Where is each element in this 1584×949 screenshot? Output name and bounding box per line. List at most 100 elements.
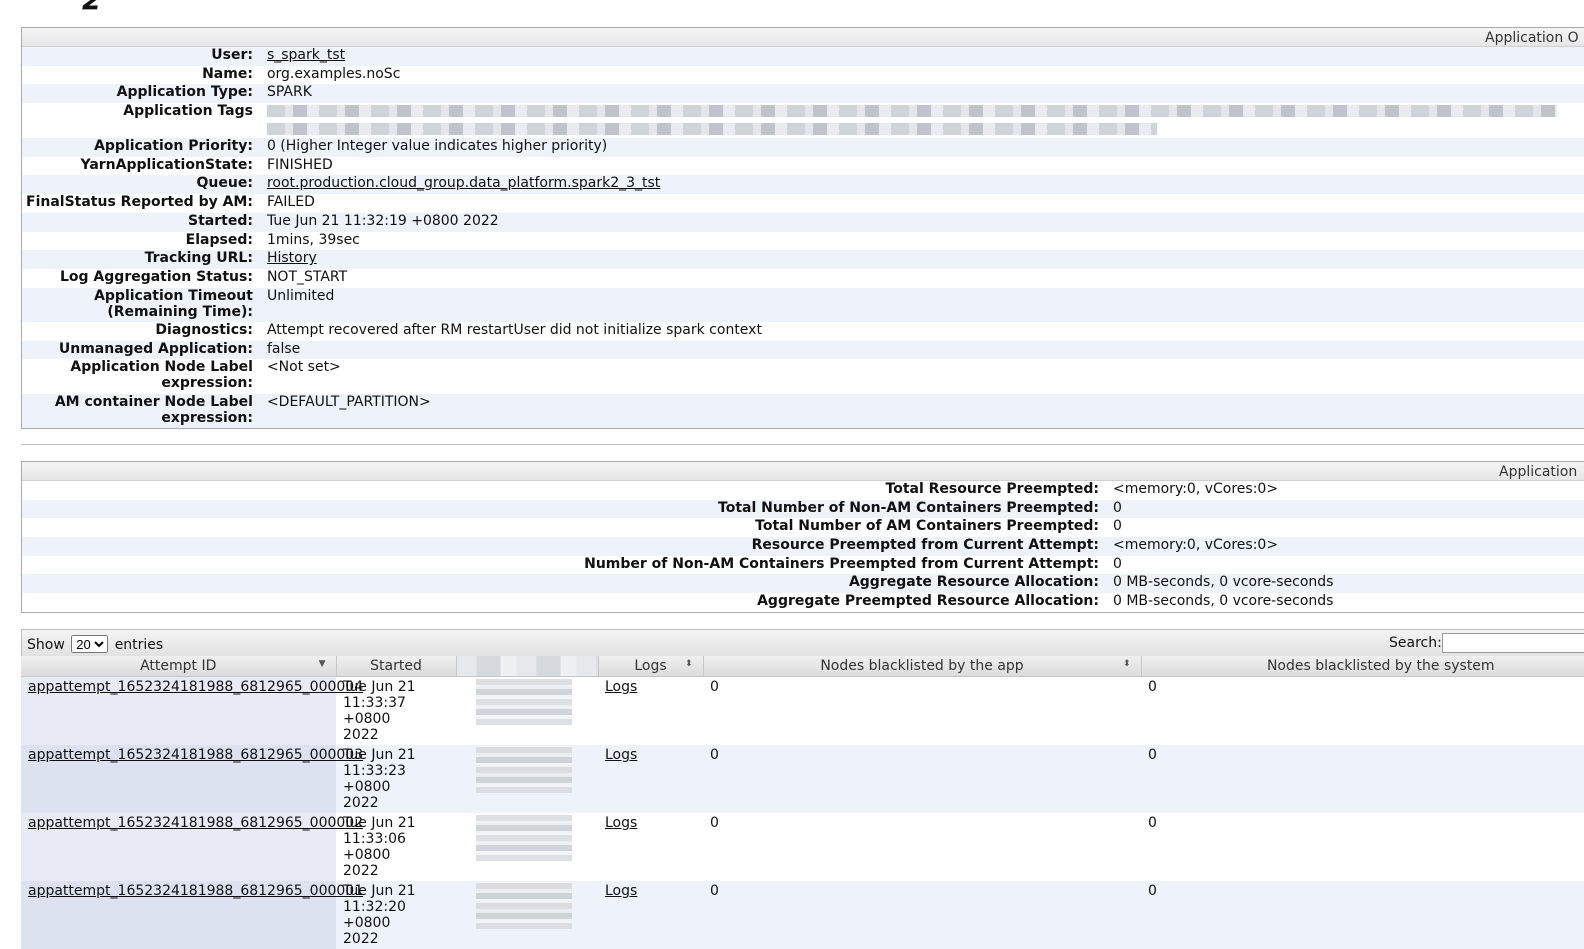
field-value[interactable]: root.production.cloud_group.data_platfor…	[267, 175, 1584, 194]
col-logs[interactable]: Logs ⬍	[598, 656, 704, 677]
started-cell: Tue Jun 21 11:33:06 +0800 2022	[343, 815, 416, 879]
application-overview-panel: Application O User: s_spark_tst Name: org.e…	[21, 27, 1584, 430]
field-label: YarnApplicationState:	[80, 156, 253, 173]
metric-value: 0 MB-seconds, 0 vcore-seconds	[1113, 574, 1334, 591]
field-value[interactable]: History	[267, 250, 1584, 269]
overview-row: Application Node Label expression: <Not se…	[22, 359, 1584, 394]
field-value[interactable]: s_spark_tst	[267, 47, 1584, 66]
field-label: Application Timeout (Remaining Time):	[94, 287, 253, 320]
attempt-id-cell: appattempt_1652324181988_6812965_000004	[21, 676, 363, 745]
logs-cell: Logs	[598, 881, 703, 949]
value-link[interactable]: root.production.cloud_group.data_platfor…	[267, 175, 660, 191]
header-logo-fragment: 2	[82, 0, 101, 14]
redacted-tags	[266, 123, 1157, 136]
attempt-id-cell: appattempt_1652324181988_6812965_000003	[21, 745, 363, 813]
metrics-header: Application	[22, 462, 1584, 481]
overview-row: Tracking URL: History	[22, 250, 1584, 269]
system-blacklist-cell: 0	[1148, 679, 1157, 695]
overview-row: Elapsed: 1mins, 39sec	[22, 232, 1584, 251]
field-value: 0 (Higher Integer value indicates higher…	[266, 138, 608, 155]
field-value: org.examples.noSc	[266, 65, 401, 82]
attempt-id-link[interactable]: appattempt_1652324181988_6812965_000004	[28, 679, 363, 695]
metrics-row: Total Number of Non-AM Containers Preemp…	[22, 499, 1584, 519]
attempts-header-row: Attempt ID ▼ Started Logs ⬍ Nodes blacklis…	[21, 656, 1584, 677]
redacted-cell	[456, 745, 598, 813]
col-attempt-id[interactable]: Attempt ID ▼	[21, 656, 337, 677]
field-label: Application Tags	[123, 103, 253, 120]
overview-header-label: Application O	[1485, 30, 1579, 46]
search-input[interactable]	[1442, 633, 1584, 653]
col-nodes-blacklisted-system[interactable]: Nodes blacklisted by the system	[1141, 656, 1584, 677]
redacted-cell	[456, 813, 598, 881]
attempts-table: Attempt ID ▼ Started Logs ⬍ Nodes blacklis…	[21, 656, 1584, 949]
show-entries: Show 20 entries	[27, 635, 163, 653]
metric-label: Number of Non-AM Containers Preempted fr…	[584, 555, 1099, 572]
value-link[interactable]: s_spark_tst	[267, 47, 345, 63]
field-value: FINISHED	[266, 156, 333, 173]
field-value: Unlimited	[266, 287, 335, 304]
redacted-value	[476, 815, 572, 861]
system-blacklist-cell: 0	[1148, 815, 1157, 831]
field-label: Started:	[188, 212, 253, 229]
attempt-id-link[interactable]: appattempt_1652324181988_6812965_000002	[28, 815, 363, 831]
overview-row: AM container Node Label expression: <DEFAU…	[22, 393, 1584, 429]
logs-cell: Logs	[598, 813, 703, 881]
field-value: <DEFAULT_PARTITION>	[266, 393, 431, 410]
logs-link[interactable]: Logs	[605, 883, 637, 899]
table-row: appattempt_1652324181988_6812965_000004 T…	[21, 676, 1584, 746]
metric-value: <memory:0, vCores:0>	[1113, 537, 1279, 554]
table-row: appattempt_1652324181988_6812965_000001 T…	[21, 881, 1584, 949]
field-value: FAILED	[266, 194, 315, 211]
field-label: Elapsed:	[185, 231, 253, 248]
redacted-value	[476, 679, 572, 725]
section-divider	[21, 444, 1584, 445]
logs-cell: Logs	[598, 745, 703, 813]
redacted-cell	[456, 677, 598, 746]
attempt-id-cell: appattempt_1652324181988_6812965_000001	[21, 881, 363, 949]
attempt-id-link[interactable]: appattempt_1652324181988_6812965_000003	[28, 747, 363, 763]
field-label: Application Type:	[116, 84, 253, 101]
logs-link[interactable]: Logs	[605, 679, 637, 695]
field-label: AM container Node Label expression:	[54, 393, 253, 426]
metric-value: 0	[1113, 518, 1122, 535]
attempt-id-link[interactable]: appattempt_1652324181988_6812965_000001	[28, 883, 363, 899]
search-label: Search:	[1389, 635, 1442, 651]
col-blurred[interactable]	[456, 656, 599, 677]
overview-row: Queue: root.production.cloud_group.data_p…	[22, 175, 1584, 195]
field-value	[266, 103, 1584, 138]
field-label: FinalStatus Reported by AM:	[26, 194, 253, 211]
page-size-select[interactable]: 20	[71, 635, 109, 653]
logs-link[interactable]: Logs	[605, 747, 637, 763]
overview-row: Application Priority: 0 (Higher Integer v…	[22, 138, 1584, 157]
overview-row: User: s_spark_tst	[22, 47, 1584, 66]
app-blacklist-cell: 0	[703, 881, 1141, 949]
sort-both-icon: ⬍	[1122, 659, 1131, 669]
system-blacklist-cell: 0	[1141, 745, 1584, 813]
started-cell: Tue Jun 21 11:33:23 +0800 2022	[336, 745, 456, 813]
logs-cell: Logs	[598, 677, 703, 746]
field-label: User:	[211, 47, 253, 63]
overview-row: Application Type: SPARK	[22, 84, 1584, 104]
overview-row: Unmanaged Application: false	[22, 340, 1584, 360]
redacted-cell	[456, 881, 598, 949]
col-started[interactable]: Started	[336, 656, 457, 677]
field-value: Tue Jun 21 11:32:19 +0800 2022	[266, 212, 499, 229]
metrics-row: Number of Non-AM Containers Preempted fr…	[22, 556, 1584, 575]
overview-row: Started: Tue Jun 21 11:32:19 +0800 2022	[22, 212, 1584, 232]
table-row: appattempt_1652324181988_6812965_000002 T…	[21, 813, 1584, 881]
metric-value: 0 MB-seconds, 0 vcore-seconds	[1113, 593, 1334, 610]
field-value: SPARK	[266, 84, 312, 101]
sort-desc-icon: ▼	[318, 659, 326, 669]
overview-row: Diagnostics: Attempt recovered after RM r…	[22, 322, 1584, 341]
application-metrics-panel: Application Total Resource Preempted: <me…	[21, 461, 1584, 613]
field-value: false	[266, 340, 301, 357]
col-nodes-blacklisted-app[interactable]: Nodes blacklisted by the app ⬍	[703, 656, 1142, 677]
field-label: Unmanaged Application:	[58, 340, 253, 357]
logs-link[interactable]: Logs	[605, 815, 637, 831]
metrics-header-label: Application	[1499, 464, 1578, 480]
field-value: 1mins, 39sec	[266, 231, 360, 248]
started-cell: Tue Jun 21 11:32:20 +0800 2022	[336, 881, 456, 949]
value-link[interactable]: History	[267, 250, 317, 266]
metric-value: <memory:0, vCores:0>	[1113, 481, 1279, 497]
metric-label: Total Number of AM Containers Preempted:	[755, 518, 1099, 535]
